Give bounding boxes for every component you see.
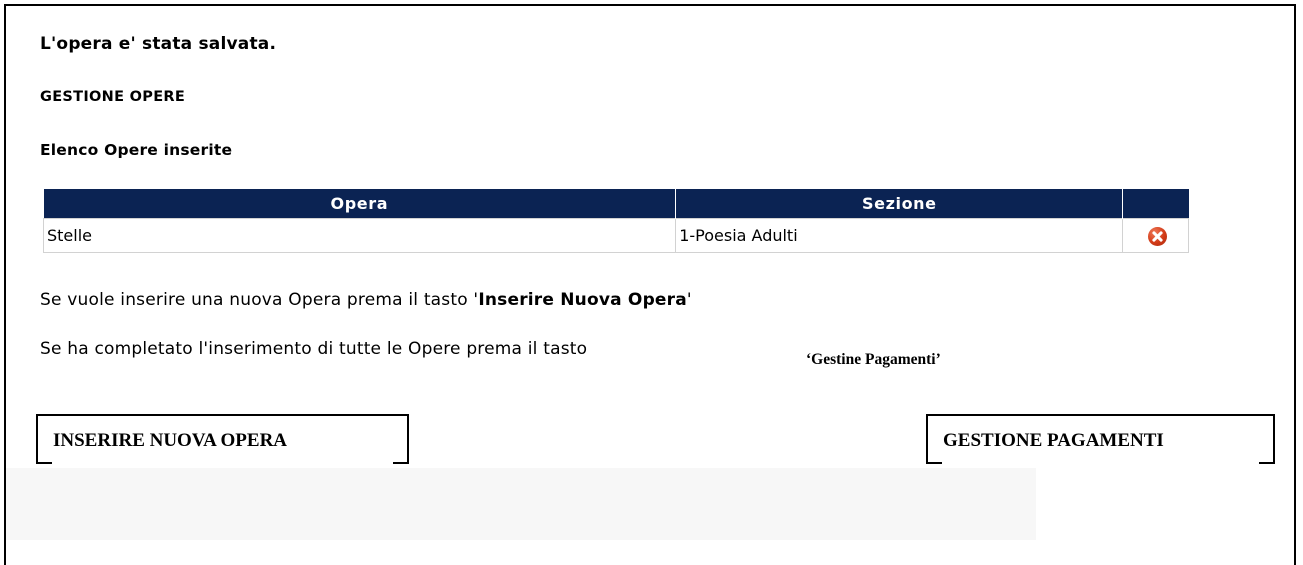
instruction-insert: Se vuole inserire una nuova Opera prema … xyxy=(40,290,692,310)
insert-new-work-button[interactable]: INSERIRE NUOVA OPERA xyxy=(36,414,409,464)
column-header-actions xyxy=(1122,189,1189,219)
bottom-band xyxy=(6,468,1036,540)
instruction-insert-suffix: ' xyxy=(686,290,692,310)
cell-sezione: 1-Poesia Adulti xyxy=(675,218,1124,253)
delete-icon[interactable] xyxy=(1147,226,1167,246)
list-title: Elenco Opere inserite xyxy=(40,141,233,159)
payments-label: ‘Gestine Pagamenti’ xyxy=(806,351,941,368)
column-header-opera: Opera xyxy=(43,189,676,219)
instruction-insert-prefix: Se vuole inserire una nuova Opera prema … xyxy=(40,290,479,310)
saved-message: L'opera e' stata salvata. xyxy=(40,34,277,54)
section-title: GESTIONE OPERE xyxy=(40,89,186,105)
works-table: Opera Sezione Stelle 1-Poesia Adulti xyxy=(42,189,1189,253)
manage-payments-label: GESTIONE PAGAMENTI xyxy=(943,430,1164,451)
instruction-insert-bold: Inserire Nuova Opera xyxy=(478,290,687,310)
cell-opera: Stelle xyxy=(42,218,677,253)
table-row: Stelle 1-Poesia Adulti xyxy=(42,218,1189,253)
instruction-payments: Se ha completato l'inserimento di tutte … xyxy=(40,339,588,359)
table-header-row: Opera Sezione xyxy=(43,189,1189,219)
manage-payments-button[interactable]: GESTIONE PAGAMENTI xyxy=(926,414,1275,464)
insert-new-work-label: INSERIRE NUOVA OPERA xyxy=(53,430,288,451)
cell-actions xyxy=(1122,218,1189,253)
column-header-sezione: Sezione xyxy=(675,189,1123,219)
